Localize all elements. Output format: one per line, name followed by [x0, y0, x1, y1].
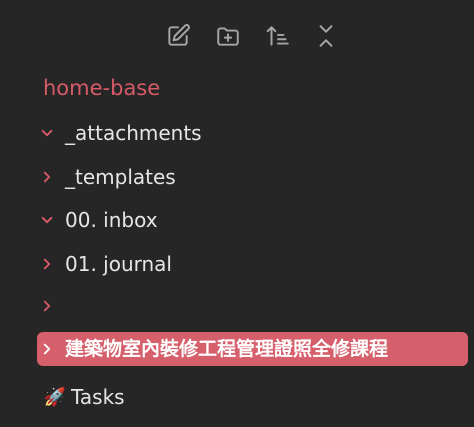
collapse-all-button[interactable] [310, 20, 342, 52]
explorer-toolbar [0, 20, 474, 52]
sort-button[interactable] [262, 20, 294, 52]
folder-plus-icon [217, 27, 239, 46]
chevron-down-icon[interactable] [37, 208, 61, 232]
folder-item[interactable]: _templates [37, 160, 176, 194]
note-label: Tasks [71, 385, 125, 409]
chevron-down-icon[interactable] [37, 121, 61, 145]
folder-label: _templates [65, 165, 176, 189]
file-explorer-pane: home-base _attachments _templates 00. in… [0, 0, 474, 427]
new-note-button[interactable] [162, 20, 194, 52]
collapse-icon [319, 25, 333, 47]
folder-label: 建築物室內裝修工程管理證照全修課程 [65, 338, 389, 360]
rocket-icon: 🚀 [43, 386, 67, 408]
folder-label: 01. journal [65, 252, 172, 276]
chevron-right-icon[interactable] [37, 294, 61, 318]
folder-label: _attachments [65, 121, 202, 145]
note-item[interactable]: 🚀 Tasks [43, 380, 125, 414]
folder-item[interactable]: 00. inbox [37, 203, 158, 237]
chevron-right-icon[interactable] [37, 165, 61, 189]
sort-icon [266, 26, 289, 46]
vault-title[interactable]: home-base [43, 73, 160, 103]
folder-item-active[interactable]: 建築物室內裝修工程管理證照全修課程 [37, 332, 468, 366]
edit-icon [168, 24, 190, 46]
folder-label: 00. inbox [65, 208, 158, 232]
chevron-right-icon[interactable] [37, 337, 61, 361]
folder-item[interactable]: 01. journal [37, 247, 172, 281]
chevron-right-icon[interactable] [37, 252, 61, 276]
new-folder-button[interactable] [212, 20, 244, 52]
folder-item[interactable]: _attachments [37, 116, 202, 150]
folder-item[interactable] [37, 289, 65, 323]
